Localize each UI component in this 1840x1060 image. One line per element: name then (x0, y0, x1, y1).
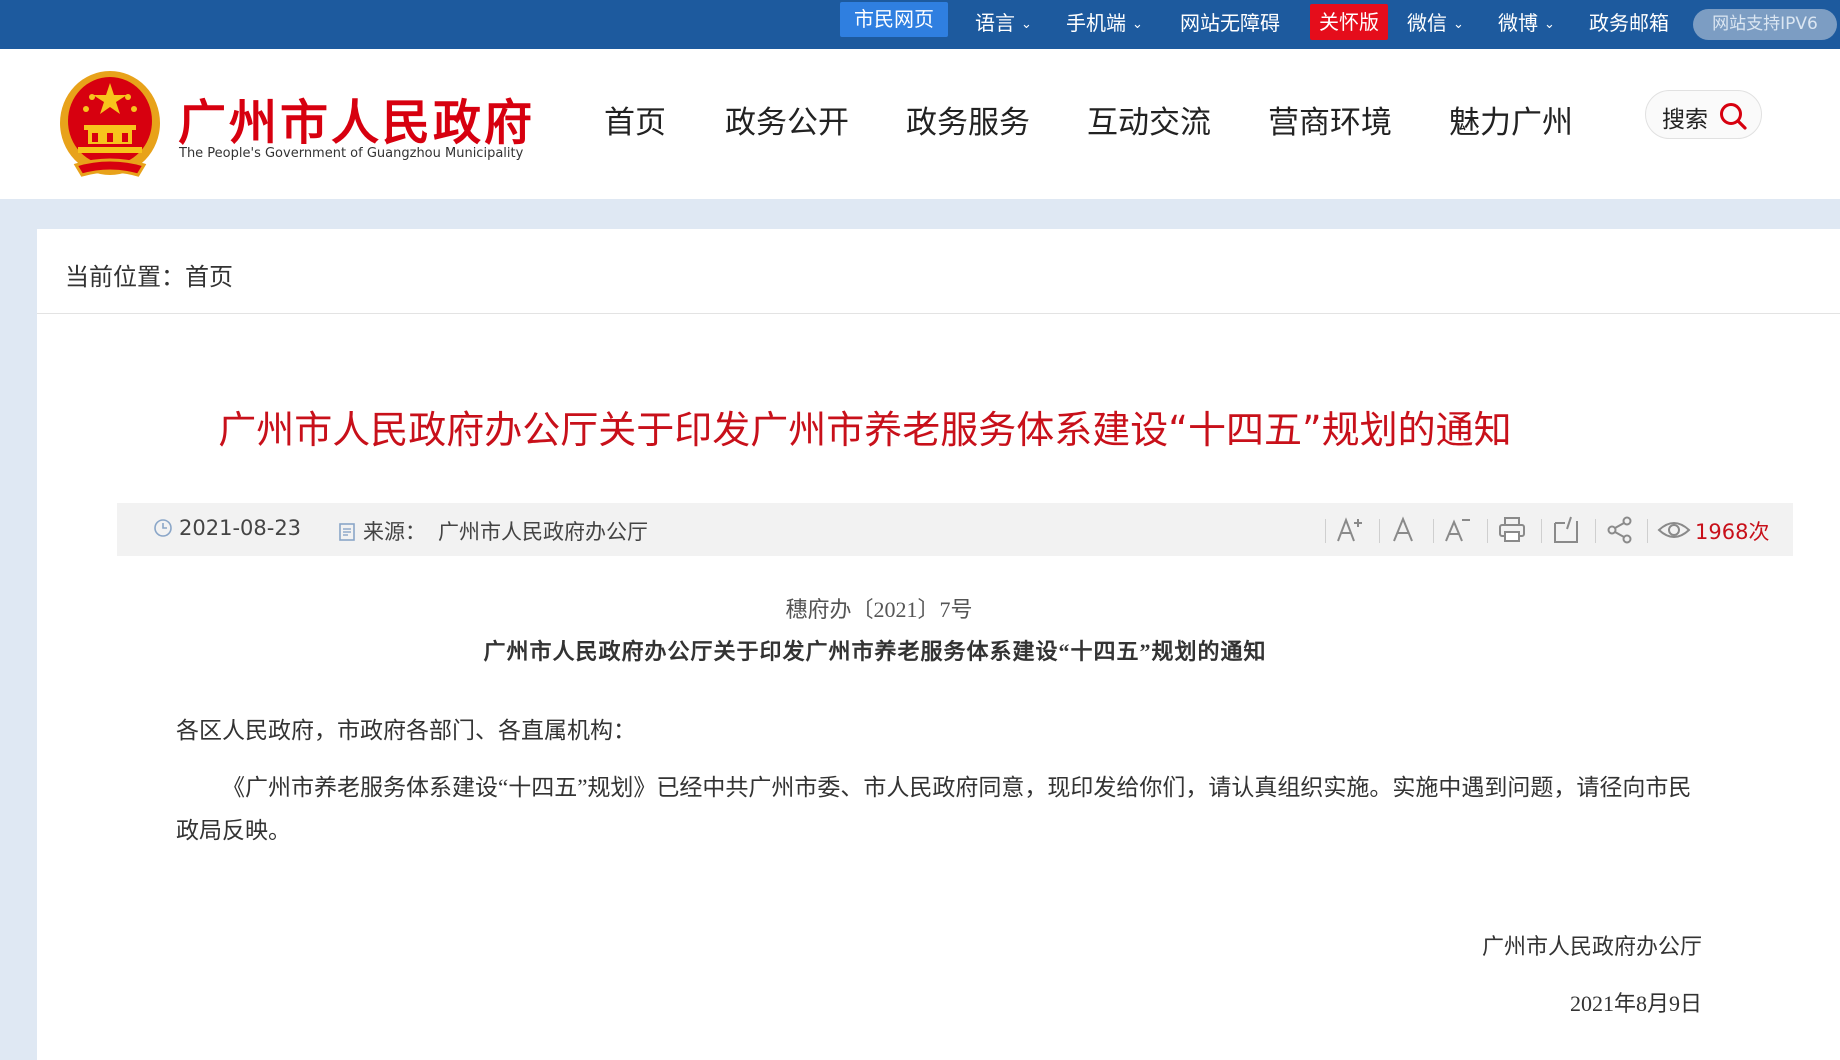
document-title-text: 广州市人民政府办公厅关于印发广州市养老服务体系建设“十四五”规划的通知 (483, 639, 1267, 664)
body-paragraph: 《广州市养老服务体系建设“十四五”规划》已经中共广州市委、市人民政府同意，现印发… (176, 775, 1692, 843)
article-title: 广州市人民政府办公厅关于印发广州市养老服务体系建设“十四五”规划的通知 (37, 399, 1837, 454)
nav-business-env[interactable]: 营商环境 (1268, 97, 1392, 142)
mobile-label: 手机端 (1066, 11, 1126, 35)
font-increase-icon[interactable] (1335, 515, 1365, 545)
ipv6-badge: 网站支持IPV6 (1693, 9, 1837, 40)
article-title-text: 广州市人民政府办公厅关于印发广州市养老服务体系建设“十四五”规划的通知 (218, 408, 1512, 452)
divider (1595, 519, 1596, 543)
nav-gov-affairs-open[interactable]: 政务公开 (725, 97, 849, 142)
divider (1647, 519, 1648, 543)
share-icon[interactable] (1605, 515, 1635, 545)
signature: 广州市人民政府办公厅 (1481, 934, 1702, 959)
chevron-down-icon: ⌄ (1544, 17, 1555, 32)
article-info-bar: 2021-08-23 来源： 广州市人民政府办公厅 1968次 (117, 503, 1793, 556)
publish-date: 2021-08-23 (153, 516, 301, 540)
greeting-paragraph: 各区人民政府，市政府各部门、各直属机构： (176, 718, 636, 743)
sign-date: 2021年8月9日 (1569, 991, 1702, 1016)
eye-icon (1657, 522, 1691, 538)
site-subtitle: The People's Government of Guangzhou Mun… (179, 146, 524, 161)
gov-mail-link[interactable]: 政务邮箱 (1589, 0, 1669, 49)
view-count: 1968次 (1695, 520, 1770, 544)
wechat-label: 微信 (1407, 11, 1447, 35)
breadcrumb-text[interactable]: 当前位置：首页 (65, 257, 233, 292)
site-header: 广州市人民政府 The People's Government of Guang… (0, 49, 1840, 199)
weibo-menu[interactable]: 微博 ⌄ (1498, 0, 1555, 49)
document-icon (339, 523, 355, 541)
chevron-down-icon: ⌄ (1453, 17, 1464, 32)
citizen-page-link[interactable]: 市民网页 (840, 2, 948, 37)
font-default-icon[interactable] (1389, 515, 1419, 545)
search-icon (1720, 103, 1747, 130)
breadcrumb: 当前位置：首页 (37, 229, 1840, 314)
divider (1325, 519, 1326, 543)
language-label: 语言 (975, 11, 1015, 35)
divider (1433, 519, 1434, 543)
divider (1379, 519, 1380, 543)
chevron-down-icon: ⌄ (1132, 17, 1143, 32)
search-label: 搜索 (1662, 107, 1708, 133)
search-button[interactable]: 搜索 (1645, 90, 1762, 139)
language-menu[interactable]: 语言 ⌄ (975, 0, 1032, 49)
weibo-label: 微博 (1498, 11, 1538, 35)
document-number: 穗府办〔2021〕7号 (37, 592, 1837, 624)
close-page-icon[interactable] (1551, 515, 1581, 545)
nav-charming-guangzhou[interactable]: 魅力广州 (1449, 97, 1573, 142)
print-icon[interactable] (1497, 515, 1527, 545)
content-panel: 当前位置：首页 广州市人民政府办公厅关于印发广州市养老服务体系建设“十四五”规划… (37, 229, 1840, 1060)
nav-interaction[interactable]: 互动交流 (1087, 97, 1211, 142)
care-version-link[interactable]: 关怀版 (1310, 4, 1388, 40)
national-emblem-icon (60, 71, 160, 177)
publish-date-text: 2021-08-23 (179, 516, 302, 540)
chevron-down-icon: ⌄ (1021, 17, 1032, 32)
mobile-menu[interactable]: 手机端 ⌄ (1066, 0, 1143, 49)
accessibility-link[interactable]: 网站无障碍 (1180, 0, 1280, 49)
divider (1487, 519, 1488, 543)
nav-gov-services[interactable]: 政务服务 (906, 97, 1030, 142)
top-utility-bar: 市民网页 语言 ⌄ 手机端 ⌄ 网站无障碍 关怀版 微信 ⌄ 微博 ⌄ 政务邮箱 网站支… (0, 0, 1840, 49)
document-title: 广州市人民政府办公厅关于印发广州市养老服务体系建设“十四五”规划的通知 (37, 634, 1837, 666)
font-decrease-icon[interactable] (1443, 515, 1473, 545)
source-label: 来源： (363, 520, 426, 544)
site-title: 广州市人民政府 (178, 95, 536, 151)
source-value: 广州市人民政府办公厅 (438, 520, 648, 544)
divider (1541, 519, 1542, 543)
document-number-text: 穗府办〔2021〕7号 (785, 597, 973, 622)
nav-home[interactable]: 首页 (604, 97, 666, 142)
article-source: 来源： 广州市人民政府办公厅 (337, 516, 648, 546)
clock-icon (154, 519, 172, 537)
wechat-menu[interactable]: 微信 ⌄ (1407, 0, 1464, 49)
